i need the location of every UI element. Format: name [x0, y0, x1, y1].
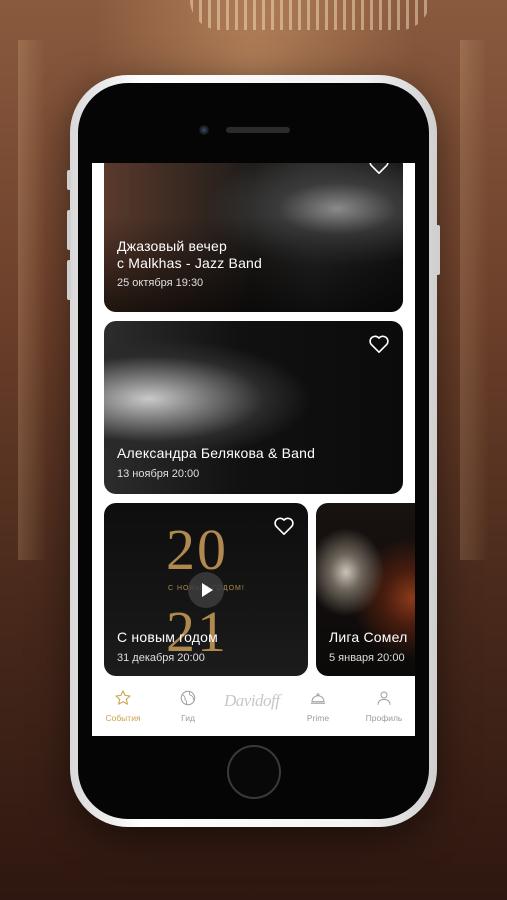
front-camera	[199, 125, 209, 135]
event-date: 31 декабря 20:00	[117, 652, 205, 664]
brand-logo[interactable]: Davidoff	[224, 691, 280, 711]
event-date: 25 октября 19:30	[117, 277, 204, 289]
event-title: Джазовый вечер с Malkhas - Jazz Band	[117, 238, 262, 272]
tab-label: Гид	[181, 713, 195, 723]
bottom-tab-bar: События Гид Davidoff Prime Профиль	[92, 683, 415, 736]
tab-profile[interactable]: Профиль	[354, 689, 414, 723]
event-card-sommelier[interactable]: Лига Сомел 5 января 20:00	[316, 503, 415, 676]
chandelier-decor	[190, 0, 430, 30]
tab-label: События	[105, 713, 141, 723]
heart-icon[interactable]	[368, 163, 390, 175]
event-title: Александра Белякова & Band	[117, 445, 316, 461]
event-title-line: Джазовый вечер	[117, 238, 228, 254]
event-title-line: с Malkhas - Jazz Band	[117, 255, 263, 271]
user-icon	[377, 691, 391, 705]
pillar-decor	[18, 40, 46, 560]
play-button[interactable]	[188, 572, 224, 608]
home-button[interactable]	[227, 745, 281, 799]
event-card-belyakova[interactable]: Александра Белякова & Band 13 ноября 20:…	[104, 321, 403, 494]
event-date: 13 ноября 20:00	[117, 468, 200, 480]
tab-label: Профиль	[365, 713, 403, 723]
event-title: С новым годом	[117, 629, 218, 645]
tab-label: Prime	[306, 713, 330, 723]
mute-switch	[67, 170, 71, 190]
earpiece-speaker	[226, 127, 290, 133]
tab-guide[interactable]: Гид	[158, 689, 218, 723]
tab-prime[interactable]: Prime	[288, 689, 348, 723]
event-card-jazz[interactable]: Джазовый вечер с Malkhas - Jazz Band 25 …	[104, 163, 403, 312]
event-title: Лига Сомел	[329, 629, 408, 645]
volume-up-button	[67, 210, 71, 250]
year-top: 20	[166, 517, 228, 582]
heart-icon[interactable]	[368, 334, 390, 354]
volume-down-button	[67, 260, 71, 300]
app-screen: Джазовый вечер с Malkhas - Jazz Band 25 …	[92, 163, 415, 736]
star-icon	[115, 690, 131, 705]
event-date: 5 января 20:00	[329, 652, 405, 664]
globe-icon	[180, 690, 196, 706]
power-button	[436, 225, 440, 275]
pillar-decor	[460, 40, 488, 560]
heart-icon[interactable]	[273, 516, 295, 536]
event-card-new-year[interactable]: 20 С НОВЫМ ГОДОМ! 21 С новым годом 31 де…	[104, 503, 308, 676]
tab-events[interactable]: События	[93, 689, 153, 723]
cloche-icon	[310, 693, 326, 704]
